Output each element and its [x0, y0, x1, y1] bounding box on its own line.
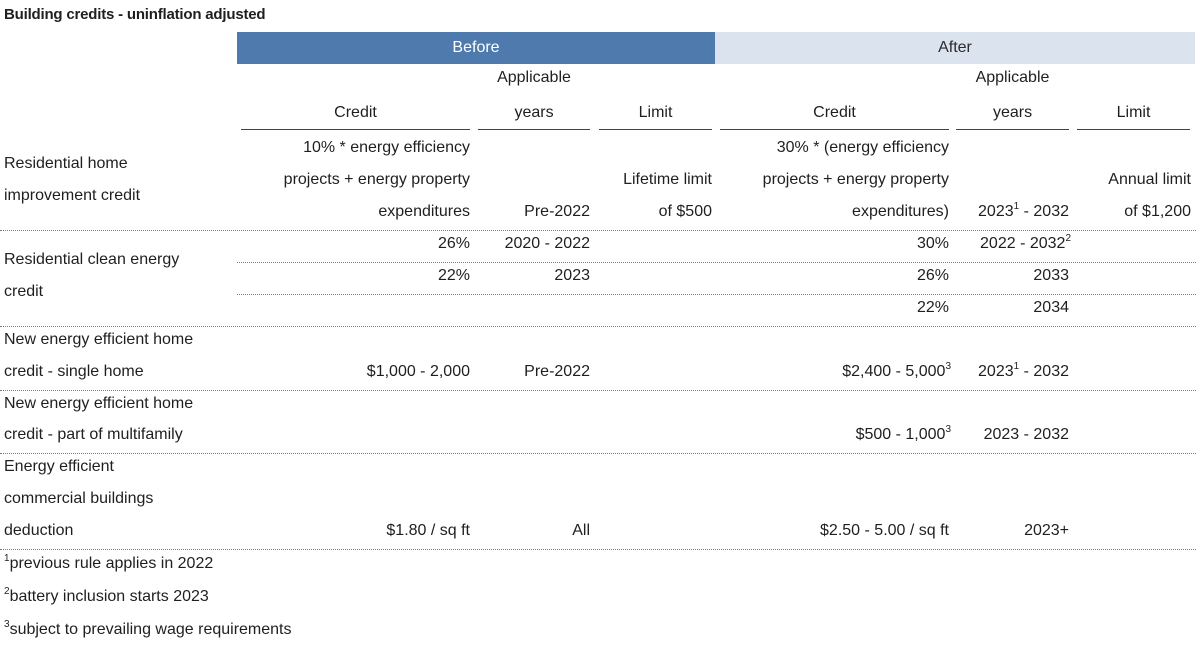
cell-before-years: Pre-2022	[524, 363, 590, 380]
header-after-limit: Limit	[1116, 104, 1151, 121]
header-before-limit: Limit	[638, 104, 673, 121]
cell-after-credit: 30% * (energy efficiency	[776, 139, 949, 156]
cell-after-credit: expenditures)	[852, 203, 949, 220]
row-label: deduction	[4, 522, 74, 539]
footnote: 3subject to prevailing wage requirements	[4, 618, 292, 638]
row-label: improvement credit	[4, 187, 141, 204]
cell-before-years: 2023	[554, 267, 590, 284]
row-label: New energy efficient home	[4, 331, 194, 348]
header-rule	[956, 129, 1069, 130]
footnote-mark: 1	[1013, 200, 1020, 212]
header-rule	[1077, 129, 1190, 130]
footnote: 1previous rule applies in 2022	[4, 552, 214, 572]
footnote: 2battery inclusion starts 2023	[4, 585, 209, 605]
cell-before-credit: expenditures	[378, 203, 470, 220]
row-label: Residential home	[4, 155, 128, 172]
header-before-credit: Credit	[334, 104, 377, 121]
row-label: Residential clean energy	[4, 251, 180, 268]
header-after-applicable: Applicable	[975, 69, 1050, 86]
cell-before-credit: 22%	[437, 267, 470, 284]
cell-after-years: 2033	[1033, 267, 1069, 284]
footnote-mark: 1	[1013, 360, 1020, 372]
cell-before-limit: Lifetime limit	[623, 171, 712, 188]
cell-after-credit: $2.50 - 5.00 / sq ft	[820, 522, 949, 539]
row-label: commercial buildings	[4, 490, 154, 507]
header-before-years: years	[514, 104, 554, 121]
cell-before-credit: projects + energy property	[283, 171, 470, 188]
cell-after-years: 2034	[1033, 299, 1069, 316]
cell-after-years: 2022 - 20322	[980, 232, 1071, 252]
cell-after-credit: $500 - 1,0003	[855, 423, 951, 443]
cell-after-limit: Annual limit	[1108, 171, 1191, 188]
cell-before-years: All	[572, 522, 590, 539]
header-rule	[720, 129, 949, 130]
table-title: Building credits - uninflation adjusted	[4, 6, 266, 23]
header-rule	[478, 129, 590, 130]
cell-before-years: Pre-2022	[524, 203, 590, 220]
cell-after-credit: 26%	[916, 267, 949, 284]
band-after: After	[715, 32, 1195, 64]
cell-after-credit: 30%	[916, 235, 949, 252]
cell-after-years: 2023 - 2032	[983, 426, 1069, 443]
row-label: credit	[4, 283, 44, 300]
sub-row-divider	[237, 262, 1196, 263]
row-label: credit - single home	[4, 363, 144, 380]
row-divider	[0, 326, 1196, 327]
cell-before-credit: 26%	[437, 235, 470, 252]
header-rule	[599, 129, 712, 130]
cell-before-credit: 10% * energy efficiency	[303, 139, 470, 156]
row-divider	[0, 230, 1196, 231]
cell-before-credit: $1.80 / sq ft	[386, 522, 470, 539]
cell-before-years: 2020 - 2022	[504, 235, 590, 252]
row-label: Energy efficient	[4, 458, 114, 475]
header-after-credit: Credit	[813, 104, 856, 121]
cell-after-years: 20231 - 2032	[978, 200, 1069, 220]
cell-before-limit: of $500	[658, 203, 712, 220]
cell-after-years: 2023+	[1024, 522, 1069, 539]
footnote-mark: 3	[945, 423, 951, 435]
header-rule	[241, 129, 470, 130]
cell-after-limit: of $1,200	[1124, 203, 1191, 220]
row-divider	[0, 453, 1196, 454]
footnote-mark: 3	[945, 360, 951, 372]
cell-after-credit: 22%	[916, 299, 949, 316]
header-before-applicable: Applicable	[497, 69, 571, 86]
cell-after-credit: projects + energy property	[762, 171, 949, 188]
cell-before-credit: $1,000 - 2,000	[366, 363, 470, 380]
band-before: Before	[237, 32, 715, 64]
row-divider	[0, 390, 1196, 391]
row-label: New energy efficient home	[4, 395, 194, 412]
cell-after-years: 20231 - 2032	[978, 360, 1069, 380]
row-label: credit - part of multifamily	[4, 426, 183, 443]
row-divider	[0, 549, 1196, 550]
sub-row-divider	[237, 294, 1196, 295]
cell-after-credit: $2,400 - 5,0003	[842, 360, 951, 380]
footnote-mark: 2	[1065, 232, 1071, 244]
header-after-years: years	[992, 104, 1033, 121]
